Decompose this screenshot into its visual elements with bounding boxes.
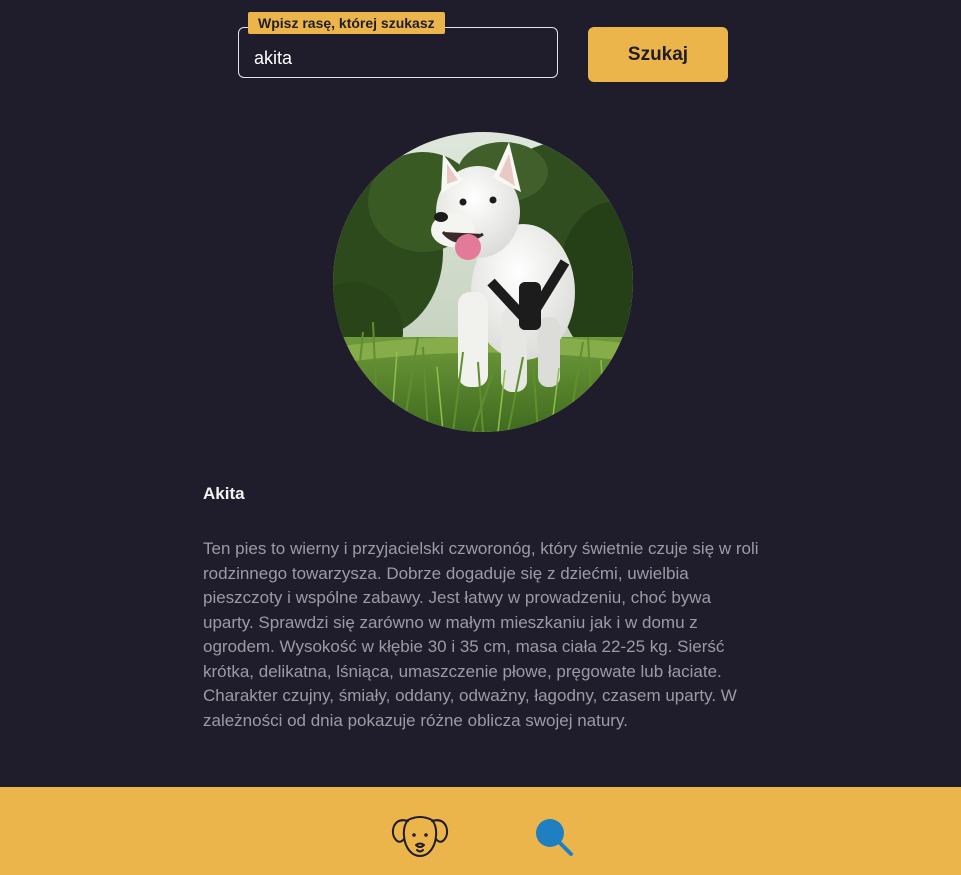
search-button[interactable]: Szukaj: [588, 27, 728, 82]
breed-name: Akita: [203, 484, 245, 503]
search-field-label: Wpisz rasę, której szukasz: [248, 12, 445, 34]
akita-dog-image: [333, 132, 633, 432]
dog-face-icon: [391, 816, 449, 857]
breed-photo: [333, 132, 633, 432]
nav-dog-face-button[interactable]: [391, 812, 449, 858]
search-field-wrapper: Wpisz rasę, której szukasz: [238, 12, 558, 78]
breed-search-input[interactable]: [238, 27, 558, 78]
magnifier-icon: [536, 819, 573, 856]
bottom-navigation: [0, 787, 961, 875]
nav-search-button[interactable]: [533, 817, 575, 859]
breed-description: Ten pies to wierny i przyjacielski czwor…: [203, 539, 759, 730]
